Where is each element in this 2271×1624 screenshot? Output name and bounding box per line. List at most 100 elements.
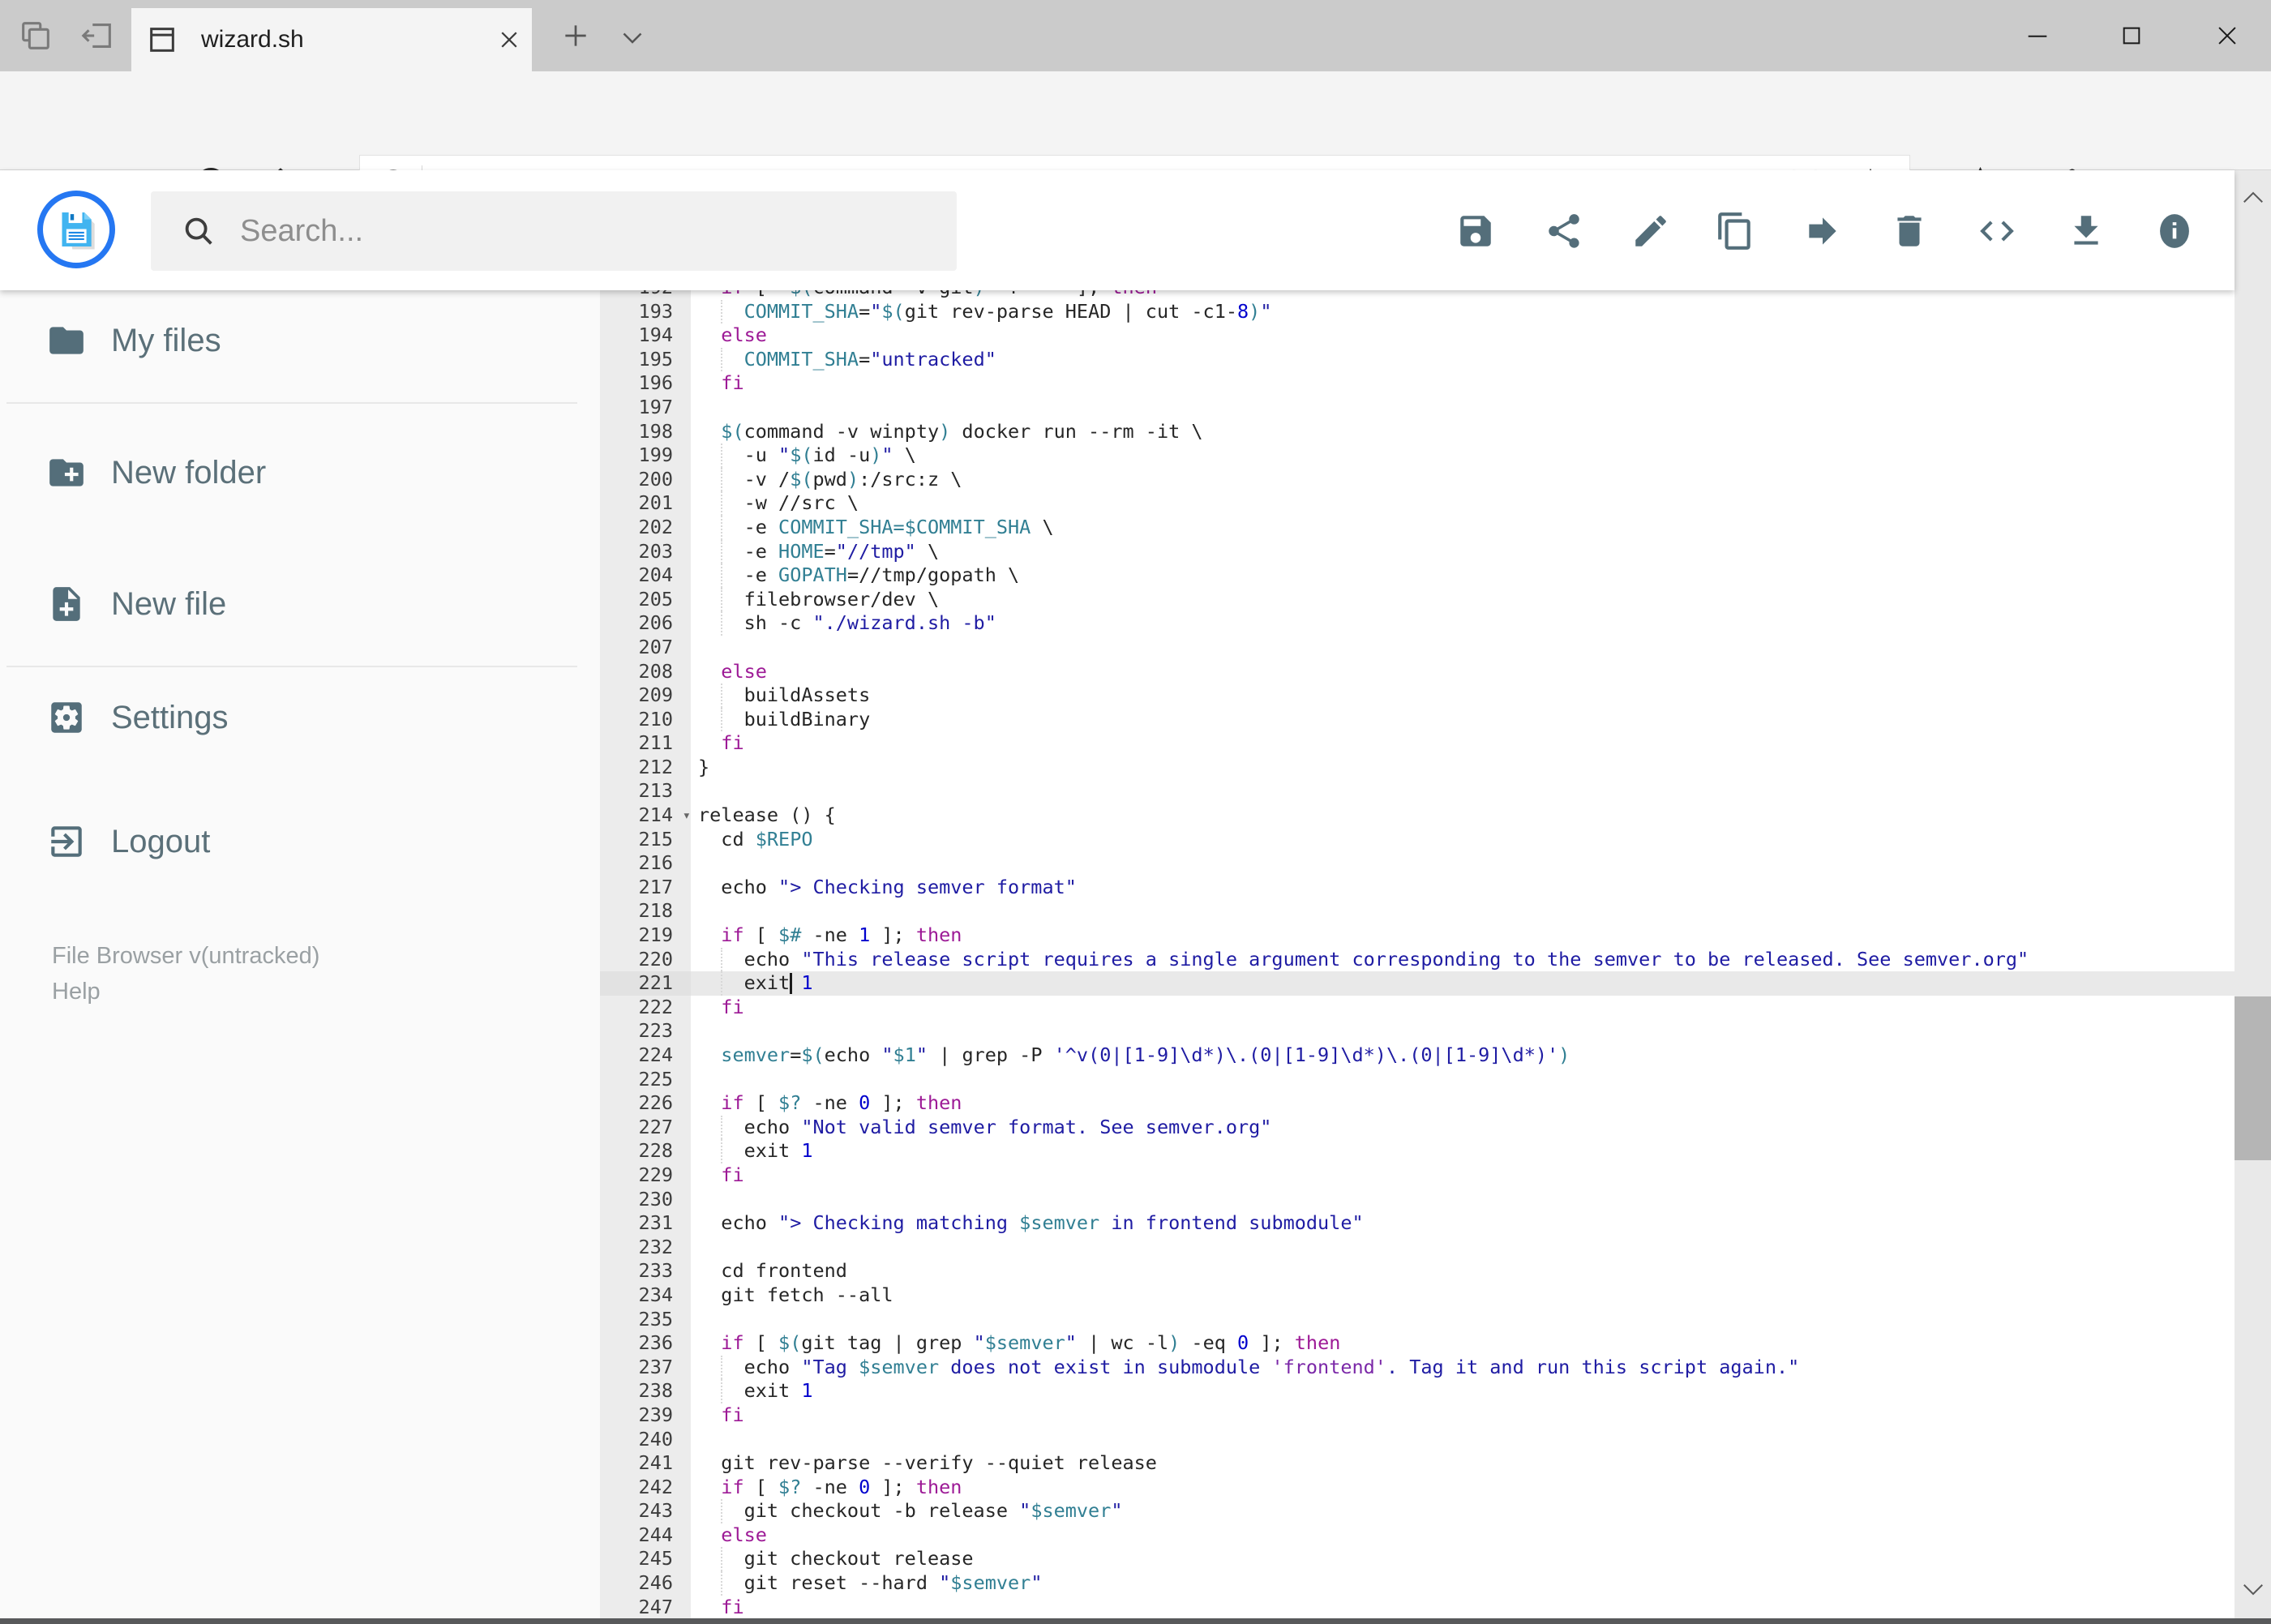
- line-number[interactable]: 199: [600, 443, 691, 468]
- filebrowser-logo[interactable]: [37, 191, 115, 268]
- code-editor[interactable]: 192 if [ "$(command -v git)" != "" ]; th…: [600, 290, 2235, 1618]
- line-number[interactable]: 230: [600, 1188, 691, 1212]
- fold-arrow-icon[interactable]: ▾: [683, 804, 691, 829]
- share-button[interactable]: [1540, 207, 1588, 255]
- close-window-button[interactable]: [2201, 11, 2253, 60]
- line-number[interactable]: 202: [600, 516, 691, 540]
- sidebar-item-new-file[interactable]: New file: [0, 570, 600, 638]
- line-number[interactable]: 232: [600, 1236, 691, 1260]
- code-line[interactable]: 229 fi: [600, 1163, 2235, 1188]
- copy-button[interactable]: [1711, 207, 1759, 255]
- line-number[interactable]: 234: [600, 1283, 691, 1308]
- line-number[interactable]: 193: [600, 300, 691, 324]
- code-line[interactable]: 198 $(command -v winpty) docker run --rm…: [600, 420, 2235, 444]
- line-number[interactable]: 213: [600, 779, 691, 803]
- code-line[interactable]: 193 COMMIT_SHA="$(git rev-parse HEAD | c…: [600, 299, 2235, 324]
- line-number[interactable]: 200: [600, 468, 691, 492]
- line-number[interactable]: 203: [600, 540, 691, 564]
- version-link[interactable]: File Browser v(untracked): [52, 943, 319, 970]
- tab-list-chevron-icon[interactable]: [606, 11, 658, 63]
- code-line[interactable]: 208 else: [600, 660, 2235, 684]
- code-line[interactable]: 216: [600, 851, 2235, 876]
- delete-button[interactable]: [1885, 207, 1934, 255]
- line-number[interactable]: 228: [600, 1139, 691, 1163]
- line-number[interactable]: 217: [600, 876, 691, 900]
- line-number[interactable]: 245: [600, 1547, 691, 1571]
- code-line[interactable]: 233 cd frontend: [600, 1259, 2235, 1283]
- line-number[interactable]: 246: [600, 1571, 691, 1596]
- save-button[interactable]: [1451, 207, 1500, 255]
- line-number[interactable]: 205: [600, 588, 691, 612]
- code-line[interactable]: 210 buildBinary: [600, 707, 2235, 732]
- info-button[interactable]: [2150, 207, 2199, 255]
- code-line[interactable]: 206 sh -c "./wizard.sh -b": [600, 611, 2235, 636]
- code-line[interactable]: 239 fi: [600, 1403, 2235, 1428]
- line-number[interactable]: 192: [600, 290, 691, 300]
- line-number[interactable]: 231: [600, 1211, 691, 1236]
- code-line[interactable]: 230: [600, 1188, 2235, 1212]
- code-line[interactable]: 234 git fetch --all: [600, 1283, 2235, 1308]
- move-button[interactable]: [1798, 207, 1847, 255]
- line-number[interactable]: 224: [600, 1043, 691, 1068]
- line-number[interactable]: 237: [600, 1356, 691, 1380]
- code-line[interactable]: 219 if [ $# -ne 1 ]; then: [600, 923, 2235, 948]
- line-number[interactable]: 197: [600, 396, 691, 420]
- line-number[interactable]: 240: [600, 1428, 691, 1452]
- code-line[interactable]: 237 echo "Tag $semver does not exist in …: [600, 1355, 2235, 1380]
- line-number[interactable]: 219: [600, 923, 691, 948]
- code-line[interactable]: 197: [600, 396, 2235, 420]
- help-link[interactable]: Help: [52, 979, 101, 1005]
- search-bar[interactable]: [151, 191, 957, 271]
- line-number[interactable]: 212: [600, 756, 691, 780]
- code-line[interactable]: 196 fi: [600, 371, 2235, 396]
- line-number[interactable]: 229: [600, 1163, 691, 1188]
- line-number[interactable]: 222: [600, 996, 691, 1020]
- tab-close-icon[interactable]: [486, 14, 532, 66]
- tab-preview-icon[interactable]: [10, 10, 62, 62]
- line-number[interactable]: 201: [600, 491, 691, 516]
- download-button[interactable]: [2062, 207, 2110, 255]
- code-line[interactable]: 226 if [ $? -ne 0 ]; then: [600, 1091, 2235, 1116]
- code-line[interactable]: 207: [600, 636, 2235, 660]
- code-line[interactable]: 244 else: [600, 1523, 2235, 1548]
- code-line[interactable]: 211 fi: [600, 731, 2235, 756]
- set-tabs-aside-icon[interactable]: [71, 10, 123, 62]
- code-line[interactable]: 221 exit 1: [600, 971, 2235, 996]
- code-line[interactable]: 242 if [ $? -ne 0 ]; then: [600, 1476, 2235, 1500]
- source-code-button[interactable]: [1973, 207, 2021, 255]
- line-number[interactable]: 223: [600, 1019, 691, 1043]
- rename-button[interactable]: [1626, 207, 1675, 255]
- code-line[interactable]: 240: [600, 1428, 2235, 1452]
- line-number[interactable]: 221: [600, 971, 691, 996]
- line-number[interactable]: 215: [600, 828, 691, 852]
- sidebar-item-my-files[interactable]: My files: [0, 306, 600, 375]
- code-line[interactable]: 222 fi: [600, 996, 2235, 1020]
- search-input[interactable]: [238, 212, 957, 250]
- code-line[interactable]: 238 exit 1: [600, 1379, 2235, 1403]
- line-number[interactable]: 207: [600, 636, 691, 660]
- code-line[interactable]: 192 if [ "$(command -v git)" != "" ]; th…: [600, 290, 2235, 300]
- line-number[interactable]: 227: [600, 1116, 691, 1140]
- line-number[interactable]: 247: [600, 1596, 691, 1618]
- code-line[interactable]: 218: [600, 899, 2235, 923]
- line-number[interactable]: 225: [600, 1068, 691, 1092]
- sidebar-item-logout[interactable]: Logout: [0, 808, 600, 876]
- code-line[interactable]: 225: [600, 1068, 2235, 1092]
- code-line[interactable]: 245 git checkout release: [600, 1547, 2235, 1571]
- line-number[interactable]: 216: [600, 851, 691, 876]
- code-line[interactable]: 195 COMMIT_SHA="untracked": [600, 347, 2235, 372]
- sidebar-item-new-folder[interactable]: New folder: [0, 439, 600, 507]
- code-line[interactable]: 194 else: [600, 324, 2235, 348]
- line-number[interactable]: 233: [600, 1259, 691, 1283]
- maximize-button[interactable]: [2106, 11, 2157, 60]
- code-line[interactable]: 227 echo "Not valid semver format. See s…: [600, 1115, 2235, 1140]
- line-number[interactable]: 243: [600, 1499, 691, 1523]
- line-number[interactable]: 198: [600, 420, 691, 444]
- line-number[interactable]: 214 ▾: [600, 803, 691, 828]
- code-line[interactable]: 205 filebrowser/dev \: [600, 587, 2235, 612]
- line-number[interactable]: 196: [600, 371, 691, 396]
- code-line[interactable]: 243 git checkout -b release "$semver": [600, 1499, 2235, 1523]
- code-line[interactable]: 209 buildAssets: [600, 683, 2235, 708]
- line-number[interactable]: 226: [600, 1091, 691, 1116]
- code-line[interactable]: 235: [600, 1308, 2235, 1332]
